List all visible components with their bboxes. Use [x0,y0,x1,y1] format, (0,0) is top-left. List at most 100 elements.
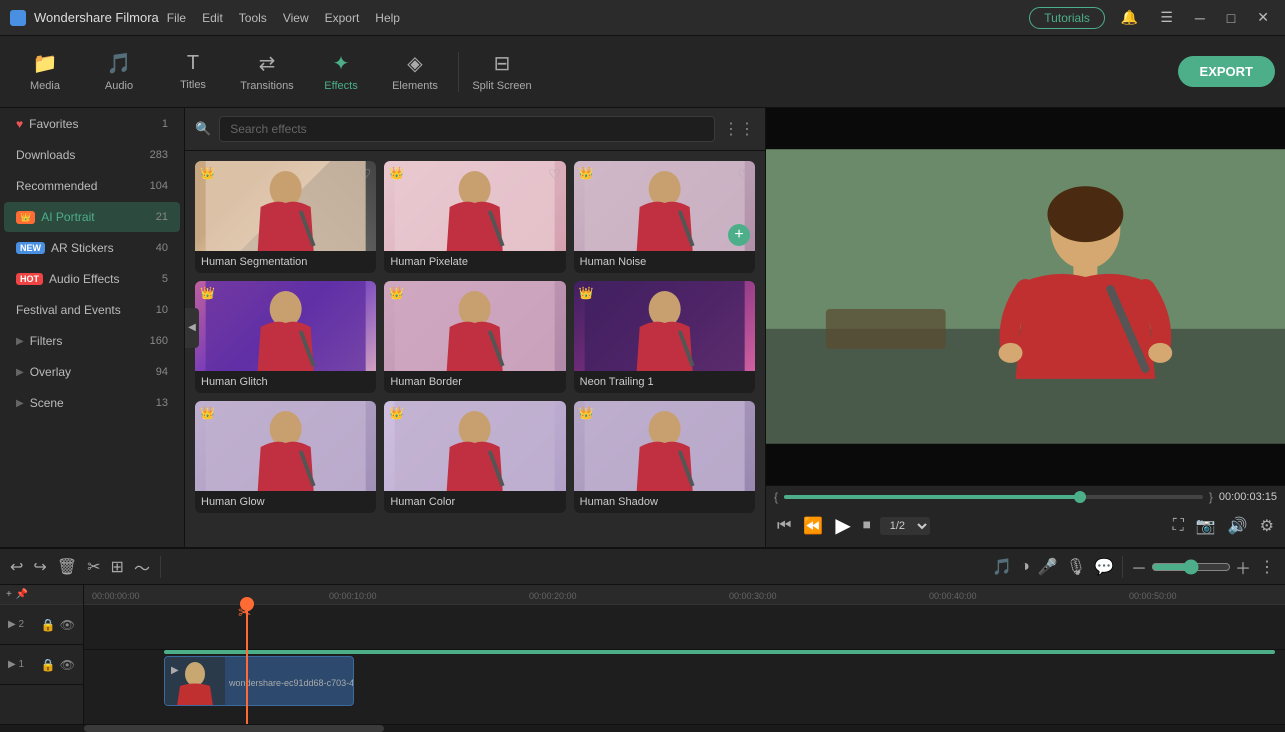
sidebar-item-recommended[interactable]: Recommended 104 [4,171,180,201]
menu-tools[interactable]: Tools [239,11,267,25]
maximize-button[interactable]: □ [1221,8,1241,28]
sidebar-item-filters[interactable]: ▶ Filters 160 [4,326,180,356]
crown-icon: 👑 [579,286,594,300]
zoom-out-button[interactable]: － [1131,555,1147,579]
toolbar-elements[interactable]: ◈ Elements [380,42,450,102]
menu-view[interactable]: View [283,11,309,25]
track-eye-icon[interactable]: 👁 [60,618,75,632]
close-button[interactable]: ✕ [1251,7,1275,28]
zoom-slider[interactable] [1151,559,1231,575]
audio-waveform-button[interactable]: 〜 [134,555,150,579]
play-button[interactable]: ▶ [832,510,853,541]
heart-icon[interactable]: ♡ [359,166,372,183]
menu-export[interactable]: Export [325,11,360,25]
heart-icon[interactable]: ♡ [737,166,750,183]
volume-button[interactable]: 🔊 [1225,513,1251,539]
progress-bar[interactable] [784,495,1203,499]
audio-track-button[interactable]: 🎵 [992,557,1012,577]
step-back-button[interactable]: ⏪ [800,513,826,539]
track-pin-button[interactable]: 📌 [16,589,28,600]
skip-back-button[interactable]: ⏮ [774,514,794,538]
more-button[interactable]: ⋮ [1259,557,1275,577]
sidebar-item-favorites[interactable]: ♥ Favorites 1 [4,109,180,139]
scene-chevron-icon: ▶ [16,398,24,409]
hot-tag: HOT [16,273,43,285]
thumb-svg-effect7 [195,401,376,491]
delete-button[interactable]: 🗑 [57,557,77,577]
effect-card-human_glitch[interactable]: 👑Human Glitch [195,281,376,393]
effects-label: Effects [324,80,357,92]
settings-button[interactable]: ☰ [1154,7,1179,28]
sidebar-item-downloads[interactable]: Downloads 283 [4,140,180,170]
toolbar-split-screen[interactable]: ⊟ Split Screen [467,42,537,102]
preview-controls: { } 00:00:03:15 ⏮ ⏪ ▶ ⏹ 1/2 Full ⛶ 📷 [766,485,1285,547]
heart-icon[interactable]: ♡ [548,166,561,183]
effect-card-human_border[interactable]: 👑Human Border [384,281,565,393]
add-effect-button[interactable]: + [728,224,750,246]
effect-card-human_noise[interactable]: 👑♡+Human Noise [574,161,755,273]
sidebar-item-ai-portrait[interactable]: 👑 AI Portrait 21 [4,202,180,232]
effect-card-effect9[interactable]: 👑Human Shadow [574,401,755,513]
track-clip[interactable]: ▶ wondershare-ec91dd68-c703-4751... [164,656,354,706]
menu-help[interactable]: Help [375,11,400,25]
titles-label: Titles [180,79,206,91]
effect-card-human_segmentation[interactable]: 👑♡Human Segmentation [195,161,376,273]
playhead[interactable]: ✂ [246,605,248,724]
crown-icon: 👑 [200,406,215,420]
ruler-mark-4: 00:00:40:00 [929,591,977,601]
toolbar-media[interactable]: 📁 Media [10,42,80,102]
add-track-button[interactable]: + [6,589,12,600]
sidebar-item-festival-events[interactable]: Festival and Events 10 [4,295,180,325]
preview-ratio-select[interactable]: 1/2 Full [880,517,930,535]
sidebar-item-scene[interactable]: ▶ Scene 13 [4,388,180,418]
sidebar-item-ar-stickers[interactable]: NEW AR Stickers 40 [4,233,180,263]
cut-button[interactable]: ✂ [87,557,100,577]
effect-label-human_border: Human Border [384,371,565,393]
stop-button[interactable]: ⏹ [860,514,874,538]
crown-icon: 👑 [200,286,215,300]
sidebar-collapse-button[interactable]: ◀ [185,308,199,348]
toolbar-audio[interactable]: 🎵 Audio [84,42,154,102]
effect-card-effect7[interactable]: 👑Human Glow [195,401,376,513]
toolbar-effects[interactable]: ✦ Effects [306,42,376,102]
ar-stickers-label: AR Stickers [51,241,114,255]
track-1-lock-icon[interactable]: 🔒 [41,658,56,672]
caption-button[interactable]: 💬 [1094,557,1114,577]
clip-properties-button[interactable]: ⊞ [111,557,124,577]
effect-card-effect8[interactable]: 👑Human Color [384,401,565,513]
search-input[interactable] [219,116,715,142]
menu-file[interactable]: File [167,11,186,25]
track-lock-icon[interactable]: 🔒 [41,618,56,632]
menu-edit[interactable]: Edit [202,11,223,25]
track-1-eye-icon[interactable]: 👁 [60,658,75,672]
minimize-button[interactable]: ─ [1189,8,1211,28]
grid-view-icon[interactable]: ⋮⋮ [723,119,755,139]
tutorials-button[interactable]: Tutorials [1029,7,1105,29]
effect-card-neon_trailing[interactable]: 👑Neon Trailing 1 [574,281,755,393]
overlay-count: 94 [156,366,168,378]
progress-handle[interactable] [1074,491,1086,503]
settings-preview-button[interactable]: ⚙ [1257,513,1277,539]
redo-button[interactable]: ↪ [33,557,46,577]
fullscreen-button[interactable]: ⛶ [1170,514,1187,538]
effect-label-effect8: Human Color [384,491,565,513]
overlay-chevron-icon: ▶ [16,367,24,378]
mask-button[interactable]: ◑ [1020,558,1030,576]
undo-button[interactable]: ↩ [10,557,23,577]
downloads-count: 283 [150,149,168,161]
toolbar-titles[interactable]: T Titles [158,42,228,102]
snapshot-button[interactable]: 📷 [1193,513,1219,539]
audio-icon: 🎵 [107,51,132,76]
toolbar-transitions[interactable]: ⇄ Transitions [232,42,302,102]
record-button[interactable]: 🎤 [1038,557,1058,577]
zoom-in-button[interactable]: ＋ [1235,555,1251,579]
export-button[interactable]: EXPORT [1178,56,1275,87]
sidebar-item-overlay[interactable]: ▶ Overlay 94 [4,357,180,387]
effect-card-human_pixelate[interactable]: 👑♡Human Pixelate [384,161,565,273]
preview-video [766,108,1285,485]
sidebar-item-audio-effects[interactable]: HOT Audio Effects 5 [4,264,180,294]
timeline-scrollbar[interactable] [84,725,384,732]
voice-over-button[interactable]: 🎙 [1066,557,1086,577]
downloads-label: Downloads [16,148,75,162]
notification-button[interactable]: 🔔 [1115,7,1144,28]
